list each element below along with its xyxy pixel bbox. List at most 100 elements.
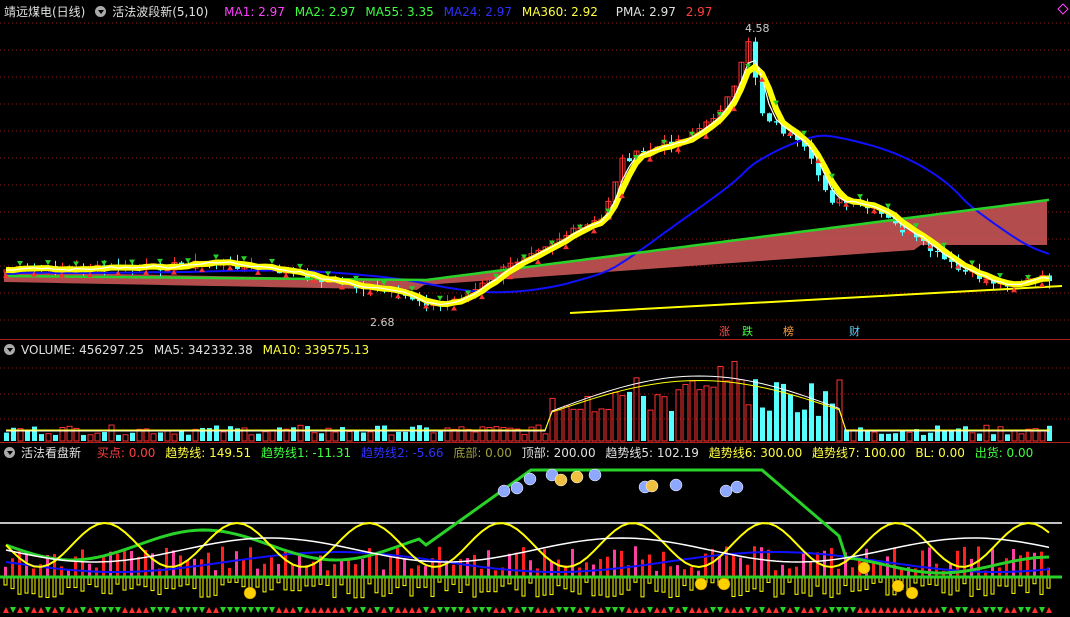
down-arrow-icon (710, 607, 716, 613)
indicator-bar (221, 546, 224, 576)
down-arrow-icon (101, 260, 107, 266)
volume-bar (4, 432, 9, 441)
volume-bar (991, 434, 996, 441)
bl-label: BL: 0.00 (915, 446, 965, 460)
indicator-bar (4, 566, 7, 576)
candle-body (963, 269, 968, 272)
indicator-bar (598, 577, 603, 596)
marker-die[interactable]: 跌 (741, 325, 754, 338)
indicator-bar (900, 569, 903, 576)
indicator-bar (297, 577, 302, 592)
volume-bar (430, 432, 437, 442)
indicator-bar (815, 577, 820, 587)
indicator-bar (263, 563, 266, 576)
ma55-label: MA55: 3.35 (365, 5, 434, 19)
up-arrow-icon (661, 607, 667, 613)
down-arrow-icon (962, 607, 968, 613)
indicator-bar (767, 549, 770, 576)
volume-bar (417, 425, 422, 441)
volume-bar (921, 434, 926, 441)
up-arrow-icon (171, 607, 177, 613)
indicator-bar (73, 577, 78, 588)
indicator-bar (45, 577, 50, 598)
trend1-label: 趋势线1: -11.31 (260, 446, 352, 460)
indicator-bar (157, 577, 162, 595)
indicator-bar (599, 559, 602, 576)
down-arrow-icon (157, 258, 163, 264)
indicator-bar (410, 568, 413, 576)
down-arrow-icon (668, 607, 674, 613)
indicator-name[interactable]: 活法波段新(5,10) (112, 5, 208, 19)
indicator-panel-name[interactable]: 活法看盘新 (21, 446, 81, 460)
up-arrow-icon (1004, 607, 1010, 613)
indicator-bar (781, 564, 784, 576)
ma24-label: MA24: 2.97 (443, 5, 513, 19)
indicator-bar (87, 577, 92, 585)
indicator-bar (480, 568, 483, 576)
indicator-bar (801, 577, 806, 594)
up-arrow-icon (1011, 607, 1017, 613)
indicator-bar (200, 559, 203, 576)
money-bag-icon (554, 473, 568, 487)
volume-bar (802, 409, 807, 441)
down-arrow-icon (486, 607, 492, 613)
down-arrow-icon (346, 607, 352, 613)
down-arrow-icon (619, 607, 625, 613)
sad-face-icon (523, 472, 537, 486)
indicator-bar (353, 577, 358, 599)
volume-bar (116, 434, 121, 441)
dropdown-icon[interactable] (95, 6, 107, 17)
indicator-bar (241, 577, 246, 588)
indicator-bar (837, 568, 840, 576)
volume-bar (549, 397, 556, 442)
indicator-bar (515, 552, 518, 576)
indicator-bar (620, 550, 623, 576)
indicator-bar (822, 577, 827, 595)
indicator-bar (948, 577, 953, 596)
up-arrow-icon (451, 305, 457, 311)
indicator-bar (255, 577, 260, 588)
up-arrow-icon (409, 607, 415, 613)
pma-label: PMA: 2.97 (615, 5, 676, 19)
indicator-bar (983, 577, 988, 597)
marker-bang[interactable]: 榜 (782, 325, 795, 338)
volume-bar (696, 389, 703, 442)
up-arrow-icon (913, 607, 919, 613)
dropdown-icon[interactable] (4, 447, 15, 458)
indicator-bar (403, 557, 406, 576)
indicator-bar (682, 577, 687, 587)
candle-body (627, 158, 632, 162)
indicator-bar (249, 547, 252, 576)
down-arrow-icon (507, 607, 513, 613)
down-arrow-icon (843, 607, 849, 613)
chart-canvas[interactable] (0, 0, 1070, 617)
volume-bar (53, 434, 58, 441)
indicator-bar (689, 577, 694, 591)
up-arrow-icon (731, 607, 737, 613)
indicator-bar (500, 577, 505, 587)
volume-bar (647, 409, 654, 442)
up-arrow-icon (493, 607, 499, 613)
indicator-bar (851, 567, 854, 576)
volume-bar (367, 431, 374, 442)
candle-body (767, 113, 772, 122)
indicator-bar (612, 577, 617, 597)
volume-bar (375, 425, 380, 441)
dropdown-icon[interactable] (4, 344, 15, 355)
indicator-bar (739, 557, 742, 576)
down-arrow-icon (997, 607, 1003, 613)
marker-zhang[interactable]: 涨 (718, 325, 731, 338)
down-arrow-icon (605, 607, 611, 613)
indicator-bar (262, 577, 267, 593)
sad-face-icon (669, 478, 683, 492)
indicator-bar (451, 577, 456, 585)
down-arrow-icon (829, 607, 835, 613)
marker-cai[interactable]: 财 (848, 325, 861, 338)
indicator-bar (745, 577, 750, 592)
down-arrow-icon (388, 607, 394, 613)
indicator-bar (969, 577, 974, 597)
down-arrow-icon (192, 607, 198, 613)
indicator-bar (298, 554, 301, 576)
indicator-bar (206, 577, 211, 598)
volume-bar (627, 391, 632, 441)
